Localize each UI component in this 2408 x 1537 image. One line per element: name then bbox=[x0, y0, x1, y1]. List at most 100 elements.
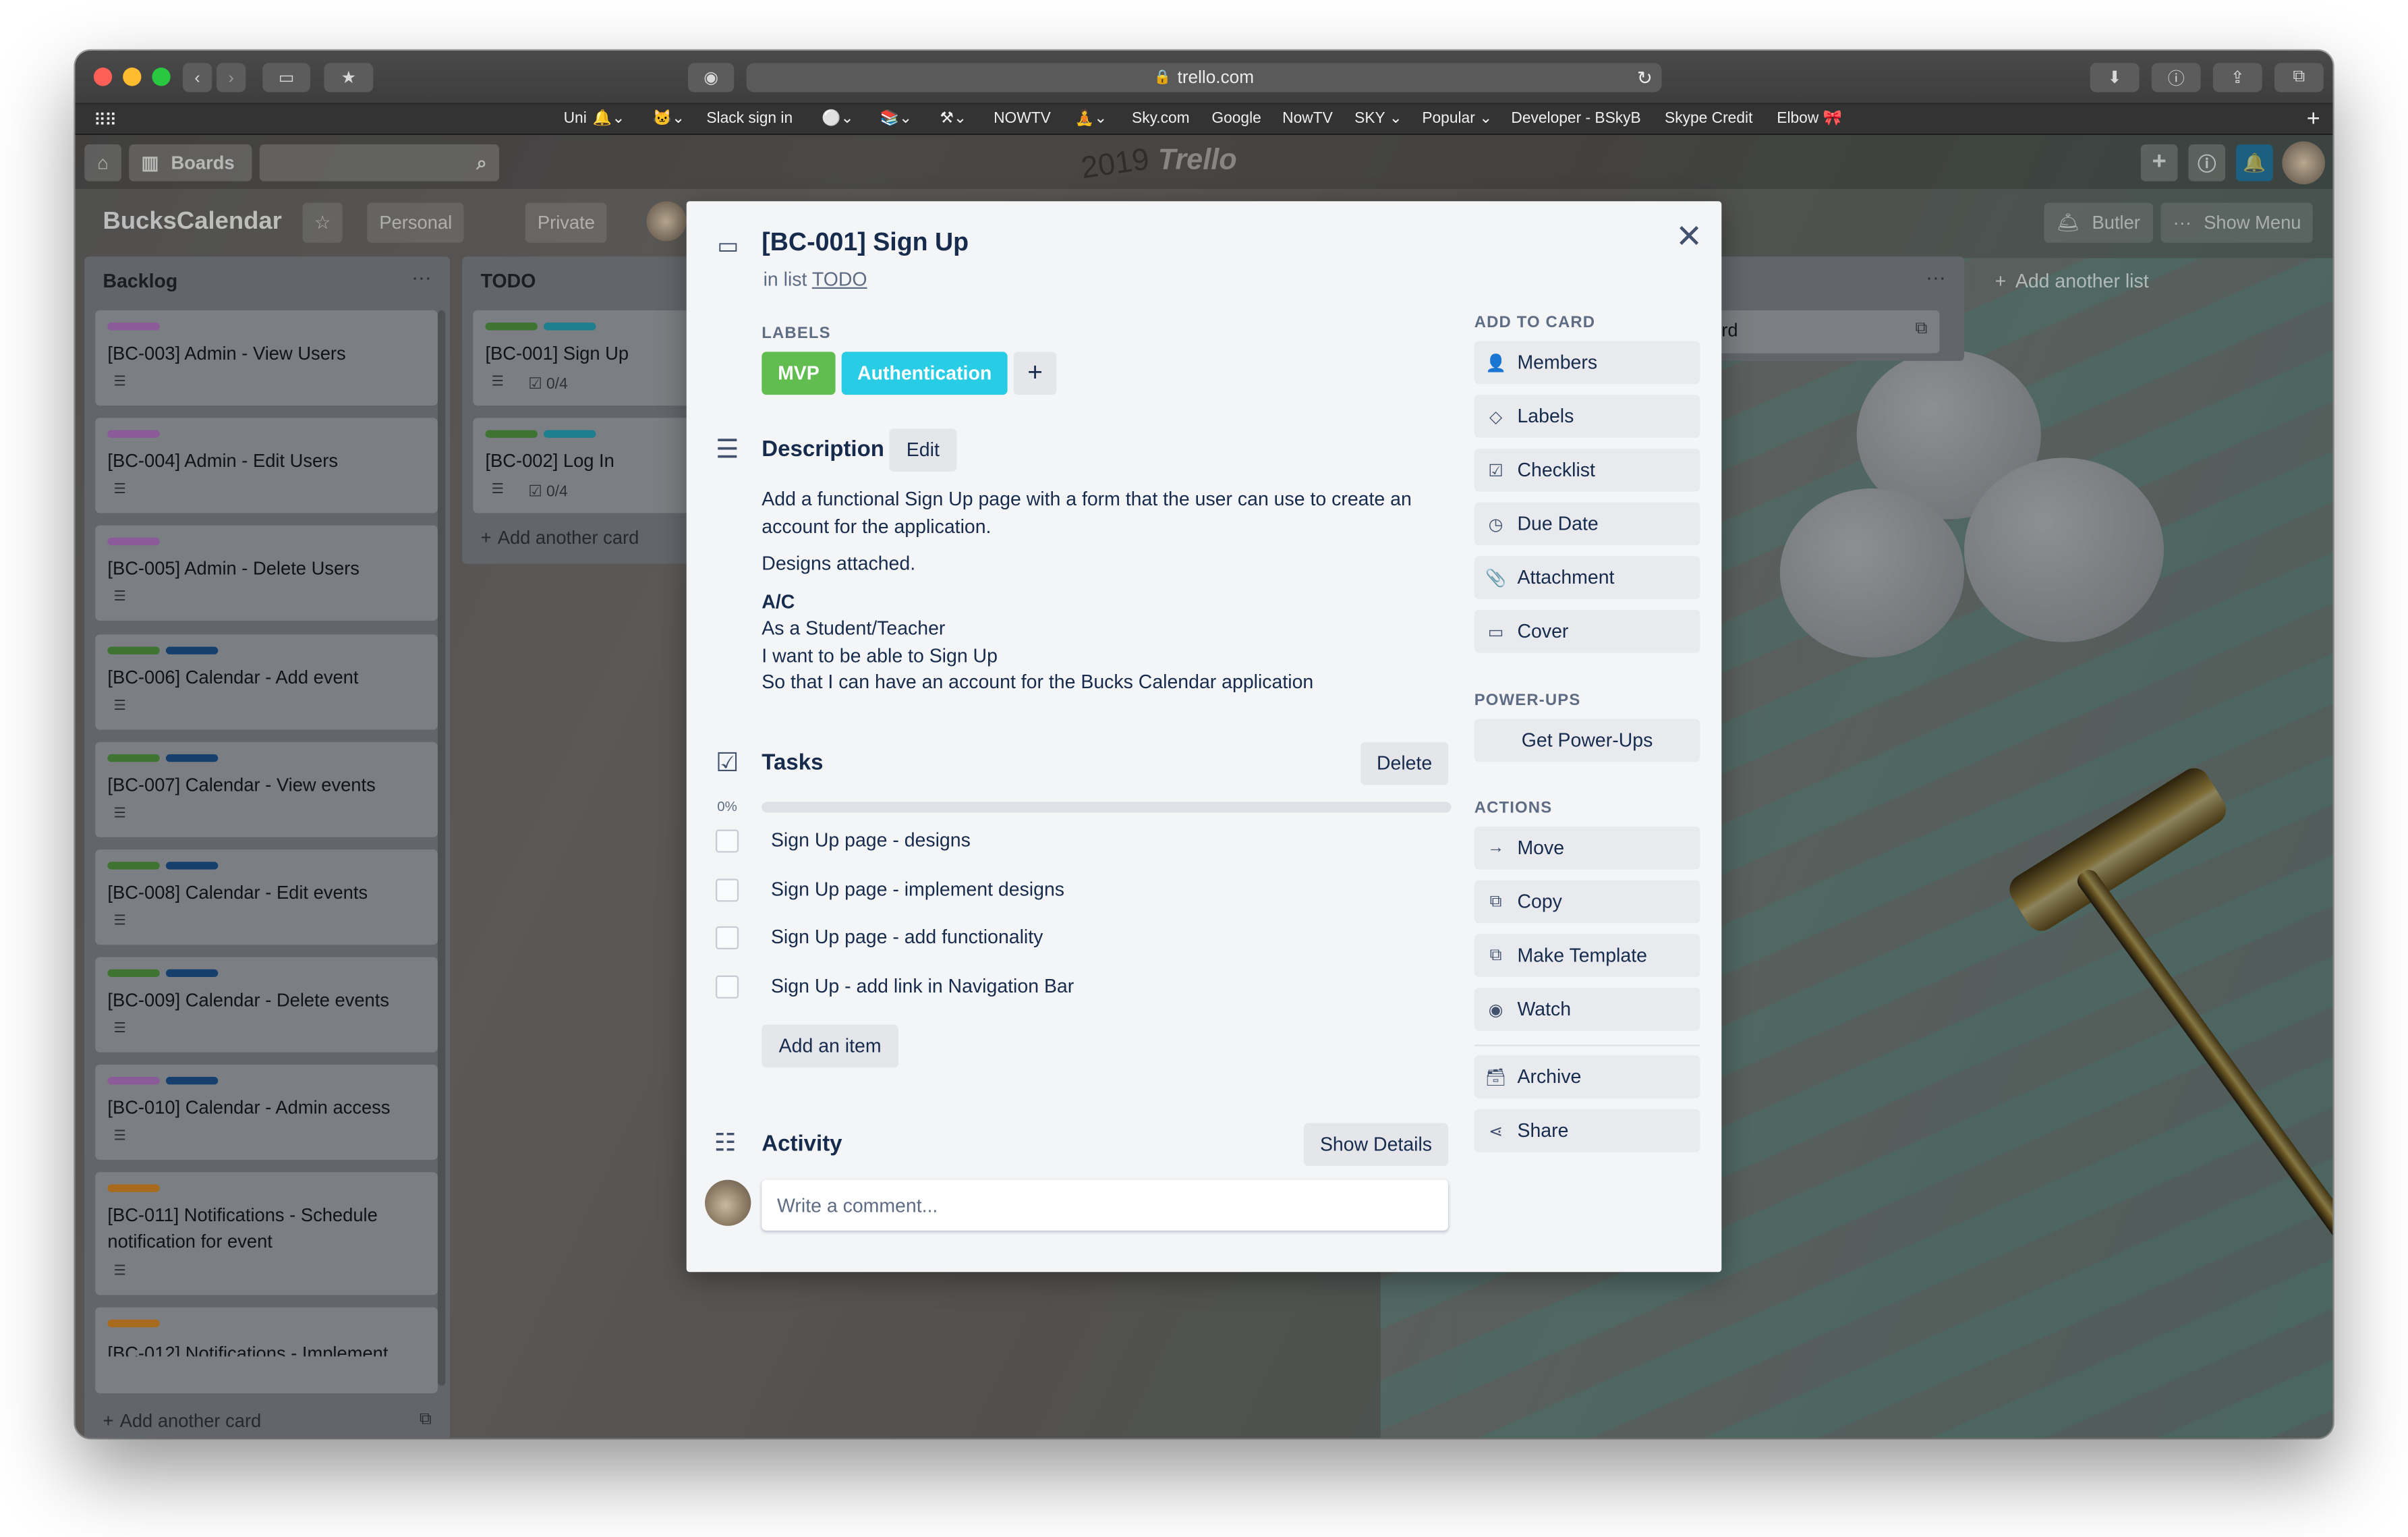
bookmark-google[interactable]: Google bbox=[1211, 111, 1261, 128]
list-title[interactable]: Backlog bbox=[103, 271, 178, 292]
sidebar-toggle-button[interactable]: ▭ bbox=[262, 63, 310, 92]
list-card[interactable]: [BC-001] Sign Up ☰ ☑ 0/4 bbox=[473, 310, 708, 406]
add-card-button[interactable]: + Add another card bbox=[481, 527, 639, 549]
info-button[interactable]: ⓘ bbox=[2151, 63, 2201, 92]
star-board-button[interactable]: ☆ bbox=[302, 202, 343, 243]
list-link[interactable]: TODO bbox=[812, 269, 867, 290]
apps-grid-icon[interactable]: ⠿⠿ bbox=[94, 111, 117, 130]
list-card[interactable]: [BC-009] Calendar - Delete events ☰ bbox=[95, 957, 438, 1053]
create-button[interactable]: + bbox=[2140, 144, 2178, 181]
members-button[interactable]: 👤 Members bbox=[1474, 341, 1700, 385]
template-icon[interactable]: ⧉ bbox=[1915, 320, 1927, 340]
label-authentication[interactable]: Authentication bbox=[841, 352, 1008, 395]
privacy-report-button[interactable]: ◉ bbox=[688, 63, 735, 92]
list-card[interactable]: [BC-005] Admin - Delete Users ☰ bbox=[95, 525, 438, 621]
checkbox[interactable] bbox=[715, 878, 739, 901]
bookmark-folder-icon[interactable]: 🧘⌄ bbox=[1075, 111, 1107, 128]
list-title[interactable]: TODO bbox=[481, 271, 536, 292]
move-button[interactable]: → Move bbox=[1474, 826, 1700, 870]
bookmark-folder-icon[interactable]: ⚒⌄ bbox=[940, 111, 966, 128]
list-card[interactable]: [BC-010] Calendar - Admin access ☰ bbox=[95, 1064, 438, 1160]
bookmark-developer[interactable]: Developer - BSkyB bbox=[1511, 111, 1640, 128]
checklist-item-label[interactable]: Sign Up page - add functionality bbox=[771, 926, 1043, 948]
member-avatar[interactable] bbox=[646, 201, 687, 242]
edit-description-button[interactable]: Edit bbox=[889, 428, 957, 472]
trello-logo[interactable]: Trello bbox=[1158, 144, 1237, 178]
forward-button[interactable]: › bbox=[217, 63, 246, 92]
butler-button[interactable]: 🛎 Butler bbox=[2044, 202, 2153, 243]
address-bar[interactable]: 🔒 trello.com ↻ bbox=[746, 63, 1662, 92]
list-card[interactable]: [BC-011] Notifications - Schedule notifi… bbox=[95, 1172, 438, 1295]
notifications-button[interactable]: 🔔 bbox=[2236, 144, 2273, 181]
avatar[interactable] bbox=[2282, 141, 2326, 185]
checklist-item-label[interactable]: Sign Up page - implement designs bbox=[771, 878, 1064, 900]
tabs-overview-button[interactable]: ⧉ bbox=[2274, 63, 2324, 92]
get-powerups-button[interactable]: Get Power-Ups bbox=[1474, 719, 1700, 762]
checklist-item[interactable]: Sign Up page - implement designs bbox=[715, 874, 1064, 905]
show-details-button[interactable]: Show Details bbox=[1304, 1123, 1449, 1167]
checklist-item[interactable]: Sign Up page - add functionality bbox=[715, 922, 1043, 953]
close-icon[interactable]: ✕ bbox=[1675, 218, 1702, 256]
bookmark-folder-icon[interactable]: 🐱⌄ bbox=[653, 111, 685, 128]
bookmark-folder-icon[interactable]: 📚⌄ bbox=[880, 111, 912, 128]
list-menu-icon[interactable]: ··· bbox=[411, 266, 432, 289]
label-mvp[interactable]: MVP bbox=[762, 352, 836, 395]
due-date-button[interactable]: ◷ Due Date bbox=[1474, 502, 1700, 546]
checkbox[interactable] bbox=[715, 829, 739, 852]
share-page-button[interactable]: ⇪ bbox=[2212, 63, 2262, 92]
list-menu-icon[interactable]: ··· bbox=[1926, 266, 1946, 289]
add-item-button[interactable]: Add an item bbox=[762, 1024, 898, 1068]
add-label-button[interactable]: + bbox=[1013, 352, 1057, 395]
reload-icon[interactable]: ↻ bbox=[1637, 67, 1653, 88]
bookmark-slack[interactable]: Slack sign in bbox=[706, 111, 793, 128]
watch-button[interactable]: ◉ Watch bbox=[1474, 987, 1700, 1031]
info-button[interactable]: ⓘ bbox=[2188, 144, 2226, 181]
labels-button[interactable]: ◇ Labels bbox=[1474, 395, 1700, 438]
bookmark-elbow[interactable]: Elbow 🎀 bbox=[1777, 111, 1842, 128]
boards-button[interactable]: ▥ Boards bbox=[129, 144, 252, 181]
downloads-button[interactable]: ⬇ bbox=[2090, 63, 2140, 92]
bookmark-sky-folder[interactable]: SKY ⌄ bbox=[1354, 111, 1402, 128]
zoom-window-button[interactable] bbox=[152, 67, 171, 86]
checklist-item[interactable]: Sign Up page - designs bbox=[715, 825, 971, 856]
list-card[interactable]: [BC-004] Admin - Edit Users ☰ bbox=[95, 418, 438, 513]
board-title[interactable]: BucksCalendar bbox=[103, 209, 282, 237]
archive-button[interactable]: 🗃 Archive bbox=[1474, 1055, 1700, 1098]
description-paragraph[interactable]: Designs attached. bbox=[762, 551, 915, 578]
list-card[interactable]: [BC-012] Notifications - Implement bbox=[95, 1307, 438, 1394]
description-paragraph[interactable]: Add a functional Sign Up page with a for… bbox=[762, 487, 1437, 541]
list-card[interactable]: [BC-006] Calendar - Add event ☰ bbox=[95, 634, 438, 730]
close-window-button[interactable] bbox=[93, 67, 113, 86]
checklist-item[interactable]: Sign Up - add link in Navigation Bar bbox=[715, 971, 1074, 1002]
card-title[interactable]: [BC-001] Sign Up bbox=[762, 229, 969, 258]
add-card-button[interactable]: + Add another card bbox=[103, 1410, 262, 1432]
minimize-window-button[interactable] bbox=[123, 67, 142, 86]
list-scrollbar[interactable] bbox=[437, 310, 446, 1386]
bookmark-nowtv-2[interactable]: NowTV bbox=[1282, 111, 1333, 128]
bookmark-uni[interactable]: Uni bbox=[564, 111, 587, 128]
bookmarks-button[interactable]: ★ bbox=[324, 63, 374, 92]
checkbox[interactable] bbox=[715, 925, 739, 949]
home-button[interactable]: ⌂ bbox=[84, 144, 121, 181]
bookmark-skype[interactable]: Skype Credit bbox=[1665, 111, 1752, 128]
team-visibility-button[interactable]: Personal bbox=[367, 202, 465, 243]
template-icon[interactable]: ⧉ bbox=[420, 1410, 432, 1430]
search-input[interactable]: ⌕ bbox=[259, 144, 499, 181]
make-template-button[interactable]: ⧉ Make Template bbox=[1474, 934, 1700, 978]
share-button[interactable]: ⋖ Share bbox=[1474, 1109, 1700, 1152]
show-menu-button[interactable]: ··· Show Menu bbox=[2160, 202, 2314, 243]
list-card[interactable]: [BC-008] Calendar - Edit events ☰ bbox=[95, 849, 438, 945]
list-card[interactable]: rd ⧉ bbox=[1709, 310, 1940, 354]
checkbox[interactable] bbox=[715, 974, 739, 998]
back-button[interactable]: ‹ bbox=[182, 63, 212, 92]
list-card[interactable]: [BC-003] Admin - View Users ☰ bbox=[95, 310, 438, 406]
attachment-button[interactable]: 📎 Attachment bbox=[1474, 556, 1700, 599]
bookmark-sky[interactable]: Sky.com bbox=[1132, 111, 1190, 128]
copy-button[interactable]: ⧉ Copy bbox=[1474, 880, 1700, 924]
comment-input[interactable]: Write a comment... bbox=[762, 1179, 1449, 1231]
bookmark-folder-icon[interactable]: ⚪⌄ bbox=[822, 111, 853, 128]
bookmark-popular-folder[interactable]: Popular ⌄ bbox=[1422, 111, 1492, 128]
board-visibility-button[interactable]: Private bbox=[525, 202, 608, 243]
checklist-item-label[interactable]: Sign Up - add link in Navigation Bar bbox=[771, 976, 1074, 997]
delete-checklist-button[interactable]: Delete bbox=[1360, 742, 1449, 785]
